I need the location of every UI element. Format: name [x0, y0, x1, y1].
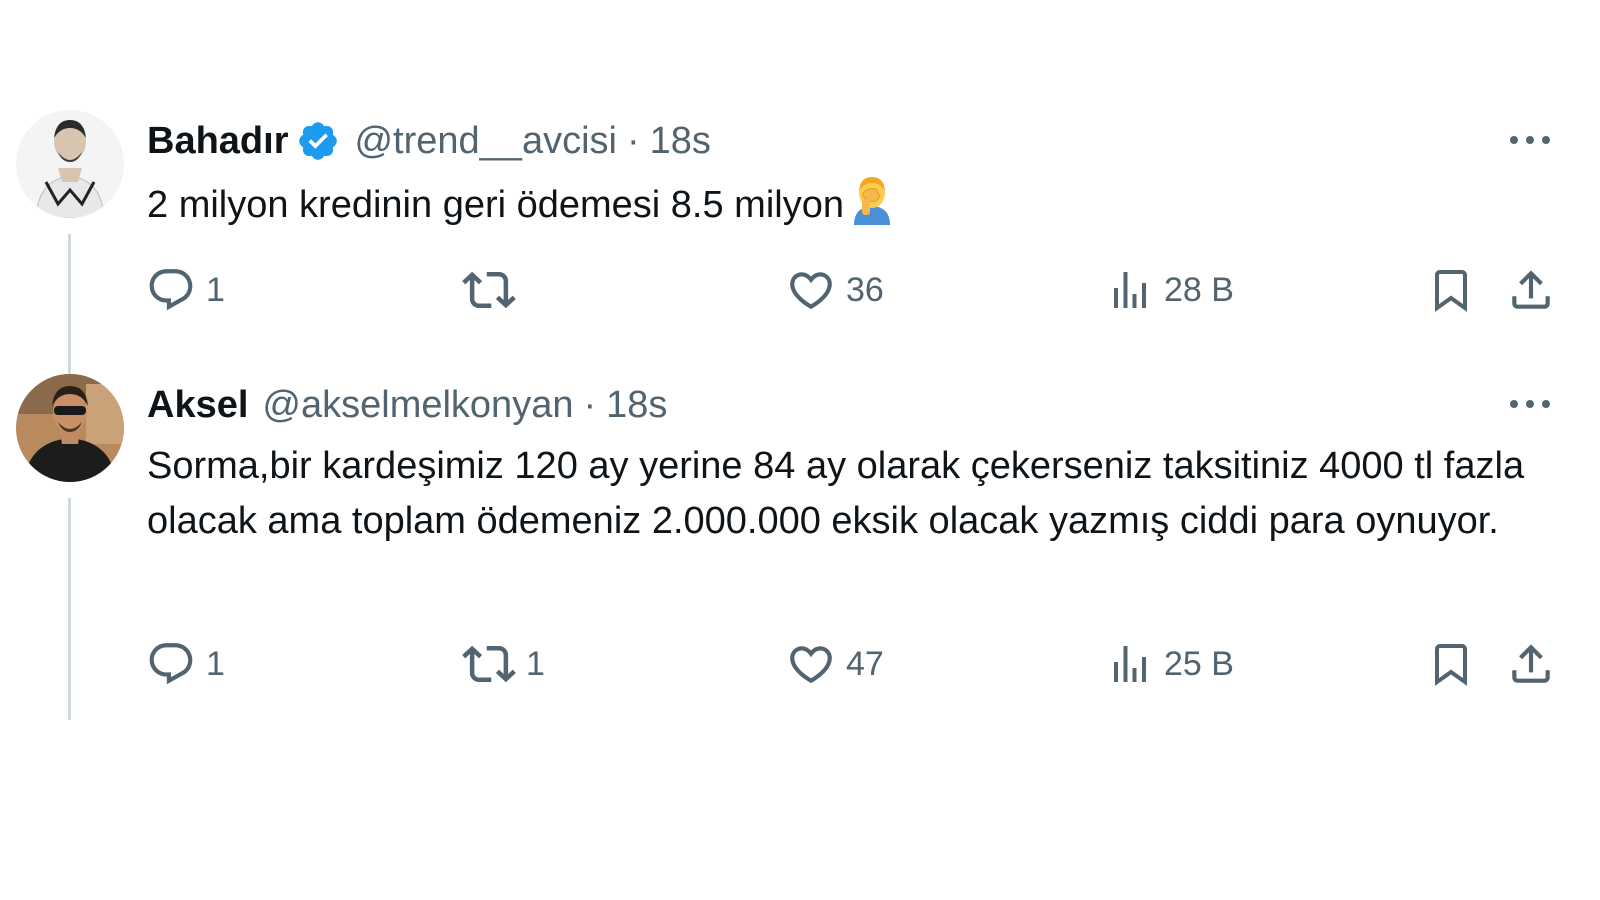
tweet-header: Aksel @akselmelkonyan · 18s [147, 382, 667, 428]
avatar[interactable] [16, 374, 124, 482]
views-button[interactable]: 25 B [1106, 634, 1234, 694]
meta-separator: · [626, 119, 640, 162]
author-handle[interactable]: @akselmelkonyan [262, 384, 573, 427]
bookmark-button[interactable] [1427, 260, 1475, 320]
avatar[interactable] [16, 110, 124, 218]
retweet-button[interactable]: 1 [462, 634, 545, 694]
facepalm-emoji [850, 175, 894, 225]
reply-button[interactable]: 1 [146, 260, 225, 320]
tweet-header: Bahadır @trend__avcisi · 18s [147, 118, 711, 164]
share-button[interactable] [1506, 260, 1556, 320]
retweet-icon [462, 645, 516, 683]
tweet-text-content: 2 milyon kredinin geri ödemesi 8.5 milyo… [147, 184, 844, 226]
views-icon [1114, 272, 1146, 308]
share-icon [1512, 270, 1550, 309]
views-button[interactable]: 28 B [1106, 260, 1234, 320]
author-handle[interactable]: @trend__avcisi [354, 120, 616, 163]
reply-count: 1 [206, 270, 225, 309]
bookmark-icon [1435, 270, 1467, 312]
avatar-image [16, 110, 124, 218]
verified-badge-icon [296, 119, 340, 163]
share-button[interactable] [1506, 634, 1556, 694]
retweet-count: 1 [526, 644, 545, 683]
reply-button[interactable]: 1 [146, 634, 225, 694]
bookmark-icon [1435, 644, 1467, 686]
author-name[interactable]: Bahadır [147, 120, 288, 163]
retweet-icon [462, 271, 516, 309]
tweet-text: 2 milyon kredinin geri ödemesi 8.5 milyo… [147, 175, 1557, 233]
author-name[interactable]: Aksel [147, 384, 248, 427]
views-icon [1114, 646, 1146, 682]
avatar-image [16, 374, 124, 482]
share-icon [1512, 644, 1550, 683]
meta-separator: · [583, 383, 597, 426]
tweet-text: Sorma,bir kardeşimiz 120 ay yerine 84 ay… [147, 445, 1525, 542]
like-button[interactable]: 36 [786, 260, 884, 320]
reply-icon [149, 269, 193, 311]
tweet[interactable]: Bahadır @trend__avcisi · 18s 2 milyon kr… [0, 110, 1600, 474]
tweet[interactable]: Aksel @akselmelkonyan · 18s Sorma,bir ka… [0, 374, 1600, 724]
bookmark-button[interactable] [1427, 634, 1475, 694]
tweet-thread: Bahadır @trend__avcisi · 18s 2 milyon kr… [0, 0, 1600, 900]
reply-count: 1 [206, 644, 225, 683]
reply-icon [149, 643, 193, 685]
like-button[interactable]: 47 [786, 634, 884, 694]
view-count: 28 B [1164, 270, 1234, 309]
like-count: 47 [846, 644, 884, 683]
more-icon[interactable] [1506, 126, 1554, 154]
retweet-button[interactable] [462, 260, 526, 320]
view-count: 25 B [1164, 644, 1234, 683]
like-count: 36 [846, 270, 884, 309]
tweet-actions: 1 1 47 25 B [0, 634, 1600, 694]
like-icon [790, 272, 832, 310]
more-icon[interactable] [1506, 390, 1554, 418]
tweet-timestamp[interactable]: 18s [606, 384, 667, 427]
like-icon [790, 646, 832, 684]
tweet-timestamp[interactable]: 18s [650, 120, 711, 163]
tweet-actions: 1 36 28 B [0, 260, 1600, 320]
